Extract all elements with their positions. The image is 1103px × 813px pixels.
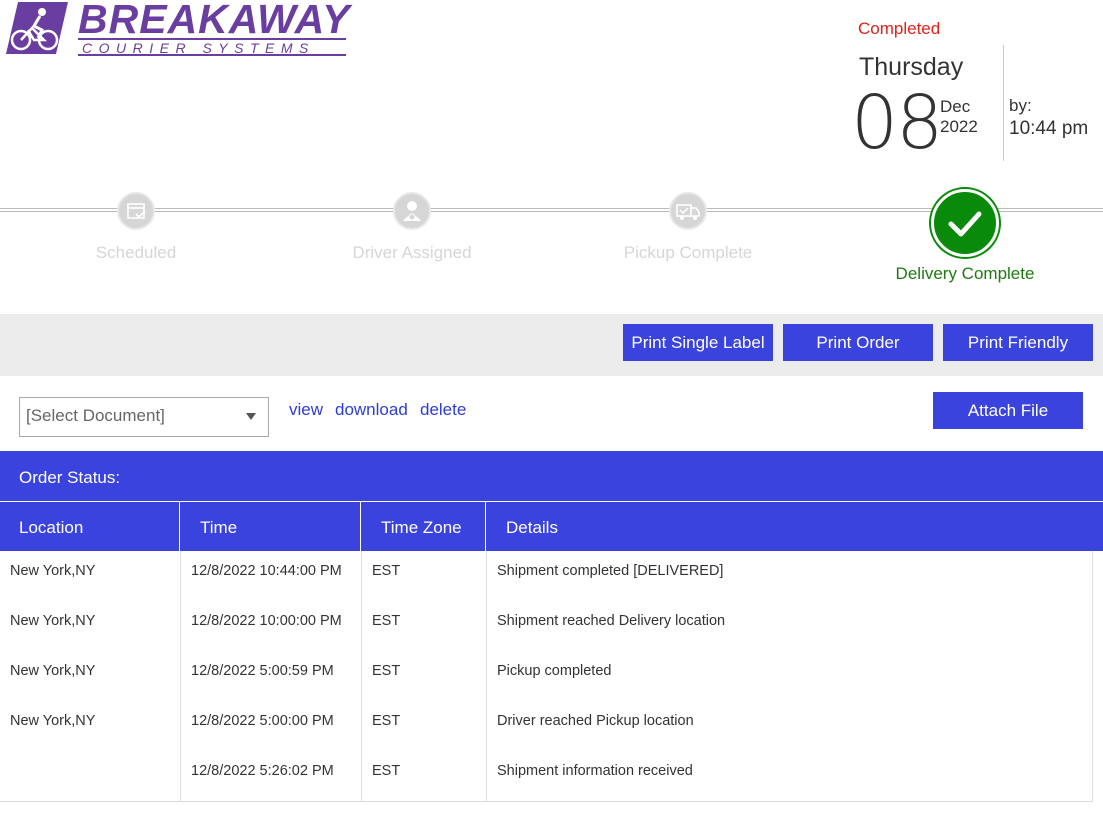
step-driver-assigned-label: Driver Assigned xyxy=(352,243,472,262)
table-row: New York,NY 12/8/2022 10:00:00 PM EST Sh… xyxy=(0,601,1093,651)
completed-by-time: 10:44 pm xyxy=(1009,118,1089,139)
print-single-label-button[interactable]: Print Single Label xyxy=(623,324,773,361)
calendar-check-icon xyxy=(117,192,155,230)
cell-time-zone: EST xyxy=(372,663,401,679)
document-select[interactable]: [Select Document] xyxy=(19,397,269,437)
cell-time: 12/8/2022 5:00:59 PM xyxy=(191,663,334,679)
print-toolbar: Print Single Label Print Order Print Fri… xyxy=(0,314,1103,376)
header-divider xyxy=(179,502,180,551)
cell-location: New York,NY xyxy=(10,563,96,579)
cell-details: Shipment information received xyxy=(497,763,693,779)
header-divider xyxy=(485,502,486,551)
view-document-link[interactable]: view xyxy=(289,400,323,420)
order-status-title: Order Status: xyxy=(19,468,121,487)
cell-details: Driver reached Pickup location xyxy=(497,713,694,729)
cell-time-zone: EST xyxy=(372,563,401,579)
cell-time-zone: EST xyxy=(372,763,401,779)
header-divider xyxy=(360,502,361,551)
status-divider xyxy=(1003,45,1004,161)
table-row: New York,NY 12/8/2022 5:00:59 PM EST Pic… xyxy=(0,651,1093,701)
delete-document-link[interactable]: delete xyxy=(420,400,466,420)
cyclist-logo-icon xyxy=(6,2,68,54)
order-status-header: Order Status: xyxy=(0,451,1103,501)
completion-day-name: Thursday xyxy=(859,53,964,81)
completed-by-label: by: xyxy=(1009,96,1032,115)
document-select-value: [Select Document] xyxy=(26,406,165,425)
step-scheduled-label: Scheduled xyxy=(95,243,177,262)
table-row: New York,NY 12/8/2022 10:44:00 PM EST Sh… xyxy=(0,551,1093,601)
column-header-details: Details xyxy=(506,518,558,537)
completion-day-number: 08 xyxy=(851,80,943,166)
completion-year: 2022 xyxy=(940,117,978,136)
order-status-label: Completed xyxy=(858,19,941,38)
order-status-table-body: New York,NY 12/8/2022 10:44:00 PM EST Sh… xyxy=(0,551,1093,802)
cell-time: 12/8/2022 5:00:00 PM xyxy=(191,713,334,729)
truck-check-icon xyxy=(669,192,707,230)
table-row: New York,NY 12/8/2022 5:00:00 PM EST Dri… xyxy=(0,701,1093,751)
cell-details: Shipment completed [DELIVERED] xyxy=(497,563,724,579)
cell-location: New York,NY xyxy=(10,713,96,729)
print-friendly-button[interactable]: Print Friendly xyxy=(943,324,1093,361)
cell-time-zone: EST xyxy=(372,613,401,629)
company-logo: BREAKAWAY COURIER SYSTEMS xyxy=(4,0,349,58)
step-delivery-complete-label: Delivery Complete xyxy=(895,264,1035,283)
column-header-time-zone: Time Zone xyxy=(381,518,462,537)
column-header-time: Time xyxy=(200,518,238,537)
cell-location: New York,NY xyxy=(10,613,96,629)
logo-rule-bottom xyxy=(78,54,346,56)
cell-time-zone: EST xyxy=(372,713,401,729)
cell-location: New York,NY xyxy=(10,663,96,679)
download-document-link[interactable]: download xyxy=(335,400,408,420)
check-circle-icon xyxy=(931,189,999,257)
order-status-table-header: Location Time Time Zone Details xyxy=(0,502,1103,551)
cell-time: 12/8/2022 5:26:02 PM xyxy=(191,763,334,779)
logo-wordmark: BREAKAWAY xyxy=(78,0,351,42)
print-order-button[interactable]: Print Order xyxy=(783,324,933,361)
driver-icon xyxy=(393,192,431,230)
cell-time: 12/8/2022 10:44:00 PM xyxy=(191,563,342,579)
step-pickup-complete-label: Pickup Complete xyxy=(623,243,753,262)
completion-month: Dec xyxy=(940,97,971,116)
chevron-down-icon xyxy=(246,413,256,420)
table-row: 12/8/2022 5:26:02 PM EST Shipment inform… xyxy=(0,751,1093,801)
cell-details: Shipment reached Delivery location xyxy=(497,613,726,629)
cell-details: Pickup completed xyxy=(497,663,612,679)
column-header-location: Location xyxy=(19,518,84,537)
attach-file-button[interactable]: Attach File xyxy=(933,392,1083,429)
cell-time: 12/8/2022 10:00:00 PM xyxy=(191,613,342,629)
